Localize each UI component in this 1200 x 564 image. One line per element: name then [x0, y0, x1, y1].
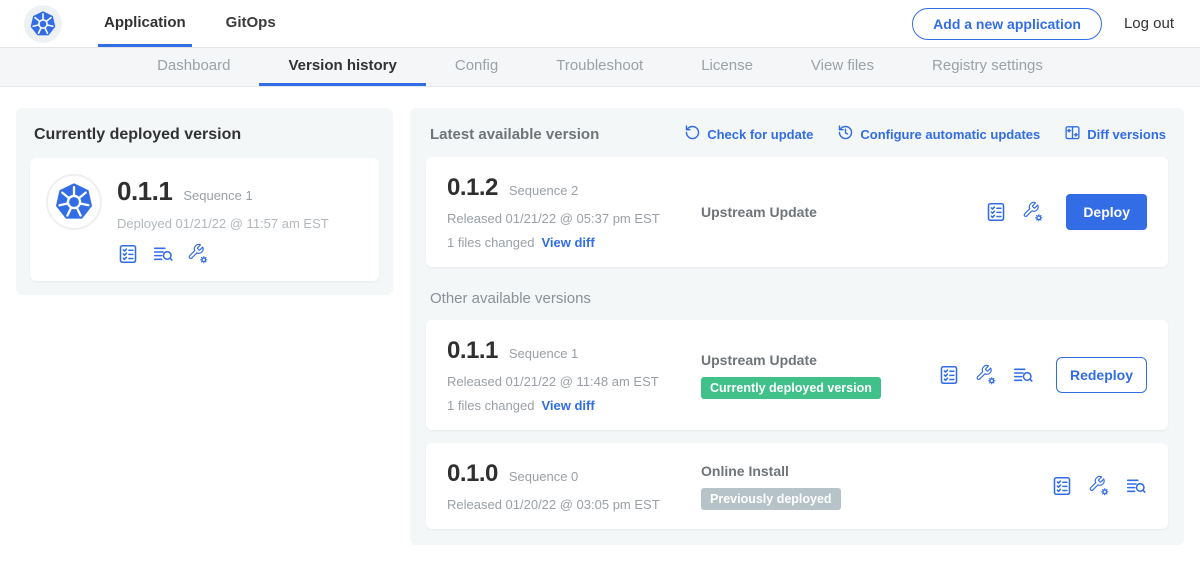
deployed-version-card: 0.1.1 Sequence 1 Deployed 01/21/22 @ 11:… — [30, 158, 379, 281]
edit-config-icon[interactable] — [187, 243, 209, 265]
version-card-0-1-0: 0.1.0 Sequence 0 Released 01/20/22 @ 03:… — [426, 443, 1168, 529]
release-notes-icon[interactable] — [938, 364, 960, 386]
logout-button[interactable]: Log out — [1124, 15, 1174, 32]
redeploy-button[interactable]: Redeploy — [1056, 357, 1147, 393]
release-notes-icon[interactable] — [985, 201, 1007, 223]
main-content: Currently deployed version 0.1.1 Sequenc… — [0, 87, 1200, 545]
view-diff-link[interactable]: View diff — [541, 235, 594, 250]
latest-version-header: Latest available version — [430, 126, 599, 143]
currently-deployed-panel: Currently deployed version 0.1.1 Sequenc… — [16, 108, 393, 295]
release-notes-icon[interactable] — [1051, 475, 1073, 497]
edit-config-icon[interactable] — [1088, 475, 1110, 497]
tab-registry-settings[interactable]: Registry settings — [903, 48, 1072, 86]
version-card-0-1-2: 0.1.2 Sequence 2 Released 01/21/22 @ 05:… — [426, 157, 1168, 267]
version-source: Online Install — [701, 463, 1051, 479]
tab-version-history[interactable]: Version history — [259, 48, 425, 86]
other-versions-header: Other available versions — [430, 290, 1166, 307]
deployed-panel-title: Currently deployed version — [34, 126, 375, 144]
kubernetes-logo — [24, 5, 62, 43]
currently-deployed-badge: Currently deployed version — [701, 377, 881, 399]
deployed-version-info: 0.1.1 Sequence 1 Deployed 01/21/22 @ 11:… — [117, 174, 329, 265]
version-number: 0.1.2 — [447, 174, 498, 202]
view-diff-link[interactable]: View diff — [541, 398, 594, 413]
deployed-version-number: 0.1.1 — [117, 176, 172, 207]
view-logs-icon[interactable] — [1012, 364, 1034, 386]
check-for-update-label: Check for update — [707, 127, 813, 142]
tab-license[interactable]: License — [672, 48, 782, 86]
diff-icon — [1064, 124, 1081, 144]
edit-config-icon[interactable] — [975, 364, 997, 386]
configure-updates-link[interactable]: Configure automatic updates — [837, 124, 1040, 144]
version-history-panel: Latest available version Check for updat… — [410, 108, 1184, 545]
version-actions: Check for update Configure automatic upd… — [684, 124, 1166, 144]
version-number: 0.1.1 — [447, 337, 498, 365]
add-application-button[interactable]: Add a new application — [912, 8, 1102, 40]
schedule-update-icon — [837, 124, 854, 144]
tab-view-files[interactable]: View files — [782, 48, 903, 86]
tab-config[interactable]: Config — [426, 48, 527, 86]
deployed-sequence: Sequence 1 — [183, 188, 252, 203]
sequence-label: Sequence 0 — [509, 469, 578, 484]
version-card-0-1-1: 0.1.1 Sequence 1 Released 01/21/22 @ 11:… — [426, 320, 1168, 430]
app-logo — [46, 174, 102, 230]
version-source: Upstream Update — [701, 204, 985, 220]
deploy-button[interactable]: Deploy — [1066, 194, 1147, 230]
version-number: 0.1.0 — [447, 460, 498, 488]
sequence-label: Sequence 2 — [509, 183, 578, 198]
top-nav-right: Add a new application Log out — [912, 0, 1200, 47]
tab-troubleshoot[interactable]: Troubleshoot — [527, 48, 672, 86]
tab-gitops[interactable]: GitOps — [220, 0, 282, 47]
configure-updates-label: Configure automatic updates — [860, 127, 1040, 142]
release-notes-icon[interactable] — [117, 243, 139, 265]
view-logs-icon[interactable] — [152, 243, 174, 265]
tab-dashboard[interactable]: Dashboard — [128, 48, 259, 86]
top-nav: Application GitOps Add a new application… — [0, 0, 1200, 48]
app-sub-nav: Dashboard Version history Config Trouble… — [0, 48, 1200, 87]
refresh-icon — [684, 124, 701, 144]
diff-versions-label: Diff versions — [1087, 127, 1166, 142]
check-for-update-link[interactable]: Check for update — [684, 124, 813, 144]
released-timestamp: Released 01/21/22 @ 11:48 am EST — [447, 374, 699, 389]
files-changed-label: 1 files changed — [447, 235, 534, 250]
tab-application[interactable]: Application — [98, 0, 192, 47]
released-timestamp: Released 01/21/22 @ 05:37 pm EST — [447, 211, 699, 226]
sequence-label: Sequence 1 — [509, 346, 578, 361]
version-source: Upstream Update — [701, 352, 938, 368]
previously-deployed-badge: Previously deployed — [701, 488, 841, 510]
view-logs-icon[interactable] — [1125, 475, 1147, 497]
edit-config-icon[interactable] — [1022, 201, 1044, 223]
deployed-timestamp: Deployed 01/21/22 @ 11:57 am EST — [117, 216, 329, 231]
files-changed-label: 1 files changed — [447, 398, 534, 413]
diff-versions-link[interactable]: Diff versions — [1064, 124, 1166, 144]
top-nav-tabs: Application GitOps — [84, 0, 296, 47]
released-timestamp: Released 01/20/22 @ 03:05 pm EST — [447, 497, 699, 512]
